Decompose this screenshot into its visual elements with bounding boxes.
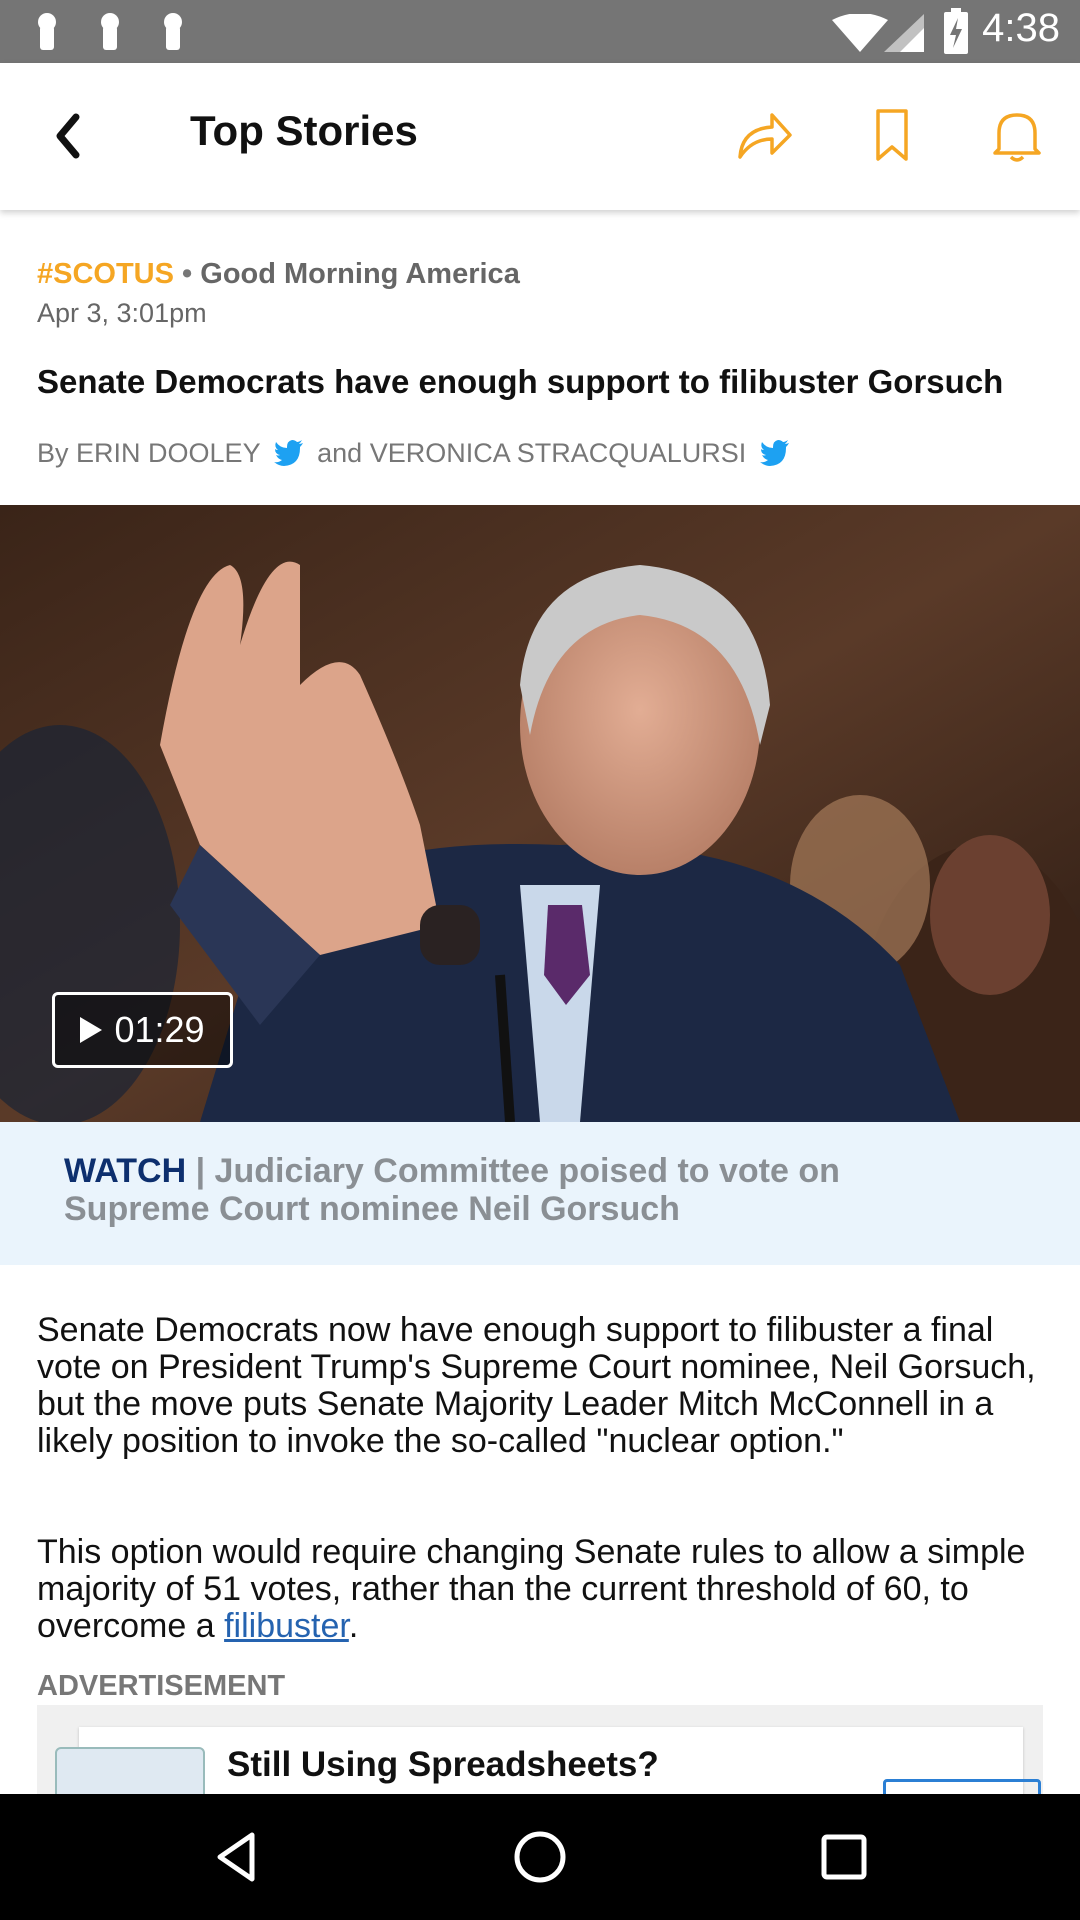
advertisement[interactable]: Still Using Spreadsheets?	[37, 1705, 1043, 1794]
caption-separator: |	[195, 1152, 206, 1190]
ad-image	[55, 1747, 205, 1794]
share-icon[interactable]	[732, 103, 796, 167]
twitter-icon[interactable]	[273, 440, 304, 466]
article-paragraph: This option would require changing Senat…	[37, 1534, 1047, 1645]
byline-prefix: By	[37, 438, 69, 468]
twitter-icon[interactable]	[759, 440, 790, 466]
notification-icon	[101, 13, 119, 50]
meta-separator: •	[182, 258, 193, 290]
ad-card[interactable]: Still Using Spreadsheets?	[55, 1727, 1041, 1794]
article-content: #SCOTUS • Good Morning America Apr 3, 3:…	[0, 210, 1080, 1794]
home-circle-icon[interactable]	[510, 1827, 570, 1887]
video-caption: WATCH | Judiciary Committee poised to vo…	[64, 1152, 994, 1228]
recents-square-icon[interactable]	[814, 1827, 874, 1887]
article-date: Apr 3, 3:01pm	[37, 298, 207, 328]
wifi-icon	[832, 14, 888, 52]
article-paragraph: Senate Democrats now have enough support…	[37, 1311, 1036, 1460]
app-bar: Top Stories	[0, 63, 1080, 210]
page-title: Top Stories	[190, 107, 418, 154]
watch-label: WATCH	[64, 1152, 187, 1190]
bookmark-icon[interactable]	[860, 103, 924, 167]
chevron-left-icon	[56, 113, 80, 159]
ad-title: Still Using Spreadsheets?	[227, 1745, 659, 1784]
article-headline: Senate Democrats have enough support to …	[37, 363, 1004, 400]
video-caption-box[interactable]: WATCH | Judiciary Committee poised to vo…	[0, 1122, 1080, 1265]
video-thumbnail[interactable]: 01:29	[0, 505, 1080, 1122]
article-meta: #SCOTUS • Good Morning America	[37, 258, 520, 291]
author-name[interactable]: VERONICA STRACQUALURSI	[370, 438, 747, 468]
play-video-button[interactable]: 01:29	[52, 992, 233, 1068]
cellular-signal-icon	[884, 14, 924, 52]
paragraph-end: .	[348, 1607, 359, 1645]
bell-icon[interactable]	[985, 103, 1049, 167]
back-triangle-icon[interactable]	[206, 1827, 266, 1887]
byline: By ERIN DOOLEY and VERONICA STRACQUALURS…	[37, 438, 796, 469]
filibuster-link[interactable]: filibuster	[224, 1607, 349, 1645]
topic-tag[interactable]: #SCOTUS	[37, 258, 174, 290]
status-bar: 4:38	[0, 0, 1080, 63]
clock: 4:38	[982, 6, 1060, 50]
system-nav-bar	[0, 1794, 1080, 1920]
paragraph-text: This option would require changing Senat…	[37, 1533, 1026, 1645]
author-name[interactable]: ERIN DOOLEY	[76, 438, 260, 468]
battery-charging-icon	[944, 8, 968, 54]
notification-icon	[38, 13, 56, 50]
video-duration: 01:29	[114, 1009, 205, 1050]
back-button[interactable]	[52, 103, 102, 167]
advertisement-label: ADVERTISEMENT	[37, 1670, 286, 1702]
ad-cta-button[interactable]	[883, 1779, 1041, 1794]
article-source: Good Morning America	[200, 258, 520, 290]
byline-and: and	[317, 438, 363, 468]
notification-icon	[164, 13, 182, 50]
play-icon	[80, 1017, 103, 1043]
